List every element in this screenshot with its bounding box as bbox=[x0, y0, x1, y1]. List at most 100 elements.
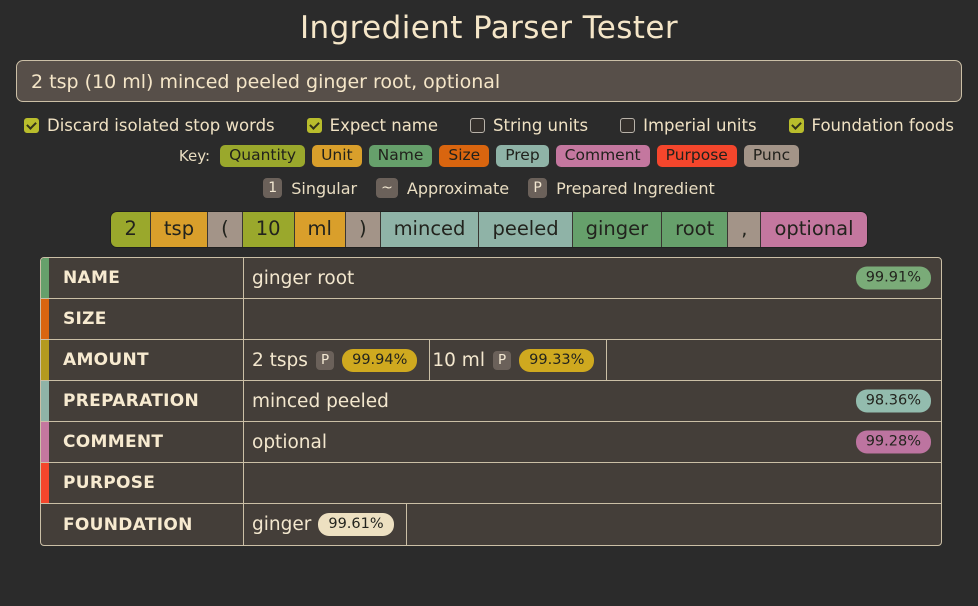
key-chip-list: Quantity Unit Name Size Prep Comment Purpose Pu… bbox=[220, 145, 800, 167]
key-legend: Key: Quantity Unit Name Size Prep Comment Purp… bbox=[0, 135, 978, 167]
token[interactable]: tsp bbox=[150, 212, 209, 247]
result-row-comment: COMMENT optional 99.28% bbox=[41, 422, 941, 463]
amount-group: 2 tsps P 99.94% bbox=[252, 340, 431, 380]
option-expect-name[interactable]: Expect name bbox=[306, 116, 439, 135]
confidence-badge: 98.36% bbox=[855, 389, 931, 413]
row-accent-bar bbox=[41, 463, 49, 503]
flag-label-approximate: Approximate bbox=[406, 178, 510, 198]
foundation-group: ginger 99.61% bbox=[252, 504, 407, 545]
result-label: PREPARATION bbox=[49, 381, 244, 421]
result-value-cell bbox=[244, 463, 941, 503]
app-root: Ingredient Parser Tester Discard isolate… bbox=[0, 0, 978, 606]
result-value-cell: ginger 99.61% bbox=[244, 504, 941, 545]
amount-group-list: 2 tsps P 99.94% 10 ml P 99.33% bbox=[252, 340, 608, 380]
token[interactable]: ( bbox=[208, 212, 243, 247]
token[interactable]: root bbox=[662, 212, 729, 247]
checkbox-checked-icon[interactable] bbox=[24, 118, 40, 133]
confidence-badge: 99.91% bbox=[855, 266, 931, 290]
result-value-text: ginger root bbox=[252, 267, 355, 289]
result-row-name: NAME ginger root 99.91% bbox=[41, 258, 941, 299]
result-label: SIZE bbox=[49, 299, 244, 339]
ingredient-input[interactable] bbox=[16, 60, 962, 102]
option-label: Expect name bbox=[329, 116, 439, 135]
result-value-cell: ginger root 99.91% bbox=[244, 258, 941, 298]
key-chip-size: Size bbox=[439, 145, 490, 167]
option-discard-isolated-stop-words[interactable]: Discard isolated stop words bbox=[24, 116, 275, 135]
flag-badge-prepared-ingredient: P bbox=[528, 178, 548, 198]
row-accent-bar bbox=[41, 422, 49, 462]
result-value-text: optional bbox=[252, 431, 327, 453]
key-legend-label: Key: bbox=[178, 147, 211, 165]
result-value-cell: minced peeled 98.36% bbox=[244, 381, 941, 421]
result-row-amount: AMOUNT 2 tsps P 99.94% 10 ml P 99.33% bbox=[41, 340, 941, 381]
result-row-foundation: FOUNDATION ginger 99.61% bbox=[41, 504, 941, 545]
token[interactable]: minced bbox=[380, 212, 480, 247]
results-table: NAME ginger root 99.91% SIZE AMOUNT 2 tsps P 99… bbox=[40, 257, 942, 546]
row-accent-bar bbox=[41, 381, 49, 421]
result-value-cell: 2 tsps P 99.94% 10 ml P 99.33% bbox=[244, 340, 941, 380]
result-value-cell bbox=[244, 299, 941, 339]
checkbox-checked-icon[interactable] bbox=[788, 118, 804, 133]
flag-badge-singular: 1 bbox=[263, 178, 283, 198]
result-value-cell: optional 99.28% bbox=[244, 422, 941, 462]
flag-badge-approximate: ~ bbox=[376, 178, 398, 198]
flag-label-prepared-ingredient: Prepared Ingredient bbox=[556, 178, 715, 198]
key-chip-unit: Unit bbox=[312, 145, 362, 167]
row-accent-bar bbox=[41, 258, 49, 298]
result-row-preparation: PREPARATION minced peeled 98.36% bbox=[41, 381, 941, 422]
option-label: String units bbox=[493, 116, 589, 135]
results-container: NAME ginger root 99.91% SIZE AMOUNT 2 tsps P 99… bbox=[0, 247, 978, 546]
key-chip-punc: Punc bbox=[743, 145, 800, 167]
checkbox-checked-icon[interactable] bbox=[306, 118, 322, 133]
option-label: Foundation foods bbox=[811, 116, 954, 135]
input-container bbox=[0, 52, 978, 102]
token[interactable]: , bbox=[728, 212, 762, 247]
amount-text: 10 ml bbox=[432, 349, 485, 371]
confidence-badge: 99.61% bbox=[318, 513, 394, 536]
key-chip-prep: Prep bbox=[496, 145, 549, 167]
token[interactable]: optional bbox=[761, 212, 867, 247]
option-foundation-foods[interactable]: Foundation foods bbox=[788, 116, 954, 135]
checkbox-unchecked-icon[interactable] bbox=[620, 118, 636, 133]
key-chip-purpose: Purpose bbox=[656, 145, 737, 167]
result-label: PURPOSE bbox=[49, 463, 244, 503]
checkbox-unchecked-icon[interactable] bbox=[470, 118, 486, 133]
amount-text: 2 tsps bbox=[252, 349, 308, 371]
result-label: NAME bbox=[49, 258, 244, 298]
result-row-size: SIZE bbox=[41, 299, 941, 340]
flag-label-singular: Singular bbox=[291, 178, 358, 198]
prepared-ingredient-flag-badge: P bbox=[492, 350, 512, 370]
option-label: Imperial units bbox=[643, 116, 757, 135]
result-label: FOUNDATION bbox=[49, 504, 244, 545]
confidence-badge: 99.94% bbox=[342, 348, 418, 372]
result-row-purpose: PURPOSE bbox=[41, 463, 941, 504]
token-strip: 2 tsp(10 ml) minced peeled ginger root, optiona… bbox=[111, 212, 867, 247]
key-chip-comment: Comment bbox=[555, 145, 650, 167]
result-label: AMOUNT bbox=[49, 340, 244, 380]
key-chip-name: Name bbox=[368, 145, 433, 167]
token[interactable]: ) bbox=[345, 212, 381, 247]
confidence-badge: 99.28% bbox=[855, 430, 931, 454]
row-accent-bar bbox=[41, 299, 49, 339]
token[interactable]: peeled bbox=[479, 212, 573, 247]
options-row: Discard isolated stop words Expect name St… bbox=[0, 102, 978, 135]
confidence-badge: 99.33% bbox=[519, 348, 595, 372]
token[interactable]: ginger bbox=[572, 212, 663, 247]
result-value-text: ginger bbox=[252, 514, 312, 535]
key-chip-quantity: Quantity bbox=[220, 145, 306, 167]
token[interactable]: 10 bbox=[242, 212, 295, 247]
row-accent-bar bbox=[41, 340, 49, 380]
row-accent-bar bbox=[41, 504, 49, 545]
token-strip-container: 2 tsp(10 ml) minced peeled ginger root, optiona… bbox=[0, 198, 978, 247]
option-imperial-units[interactable]: Imperial units bbox=[620, 116, 757, 135]
token[interactable]: ml bbox=[294, 212, 346, 247]
flag-legend: 1 Singular ~ Approximate P Prepared Ingredien… bbox=[0, 167, 978, 198]
option-string-units[interactable]: String units bbox=[470, 116, 588, 135]
result-value-text: minced peeled bbox=[252, 390, 389, 412]
page-title: Ingredient Parser Tester bbox=[300, 10, 678, 46]
option-label: Discard isolated stop words bbox=[47, 116, 275, 135]
prepared-ingredient-flag-badge: P bbox=[315, 350, 335, 370]
amount-group: 10 ml P 99.33% bbox=[430, 340, 608, 380]
token[interactable]: 2 bbox=[111, 212, 151, 247]
result-label: COMMENT bbox=[49, 422, 244, 462]
